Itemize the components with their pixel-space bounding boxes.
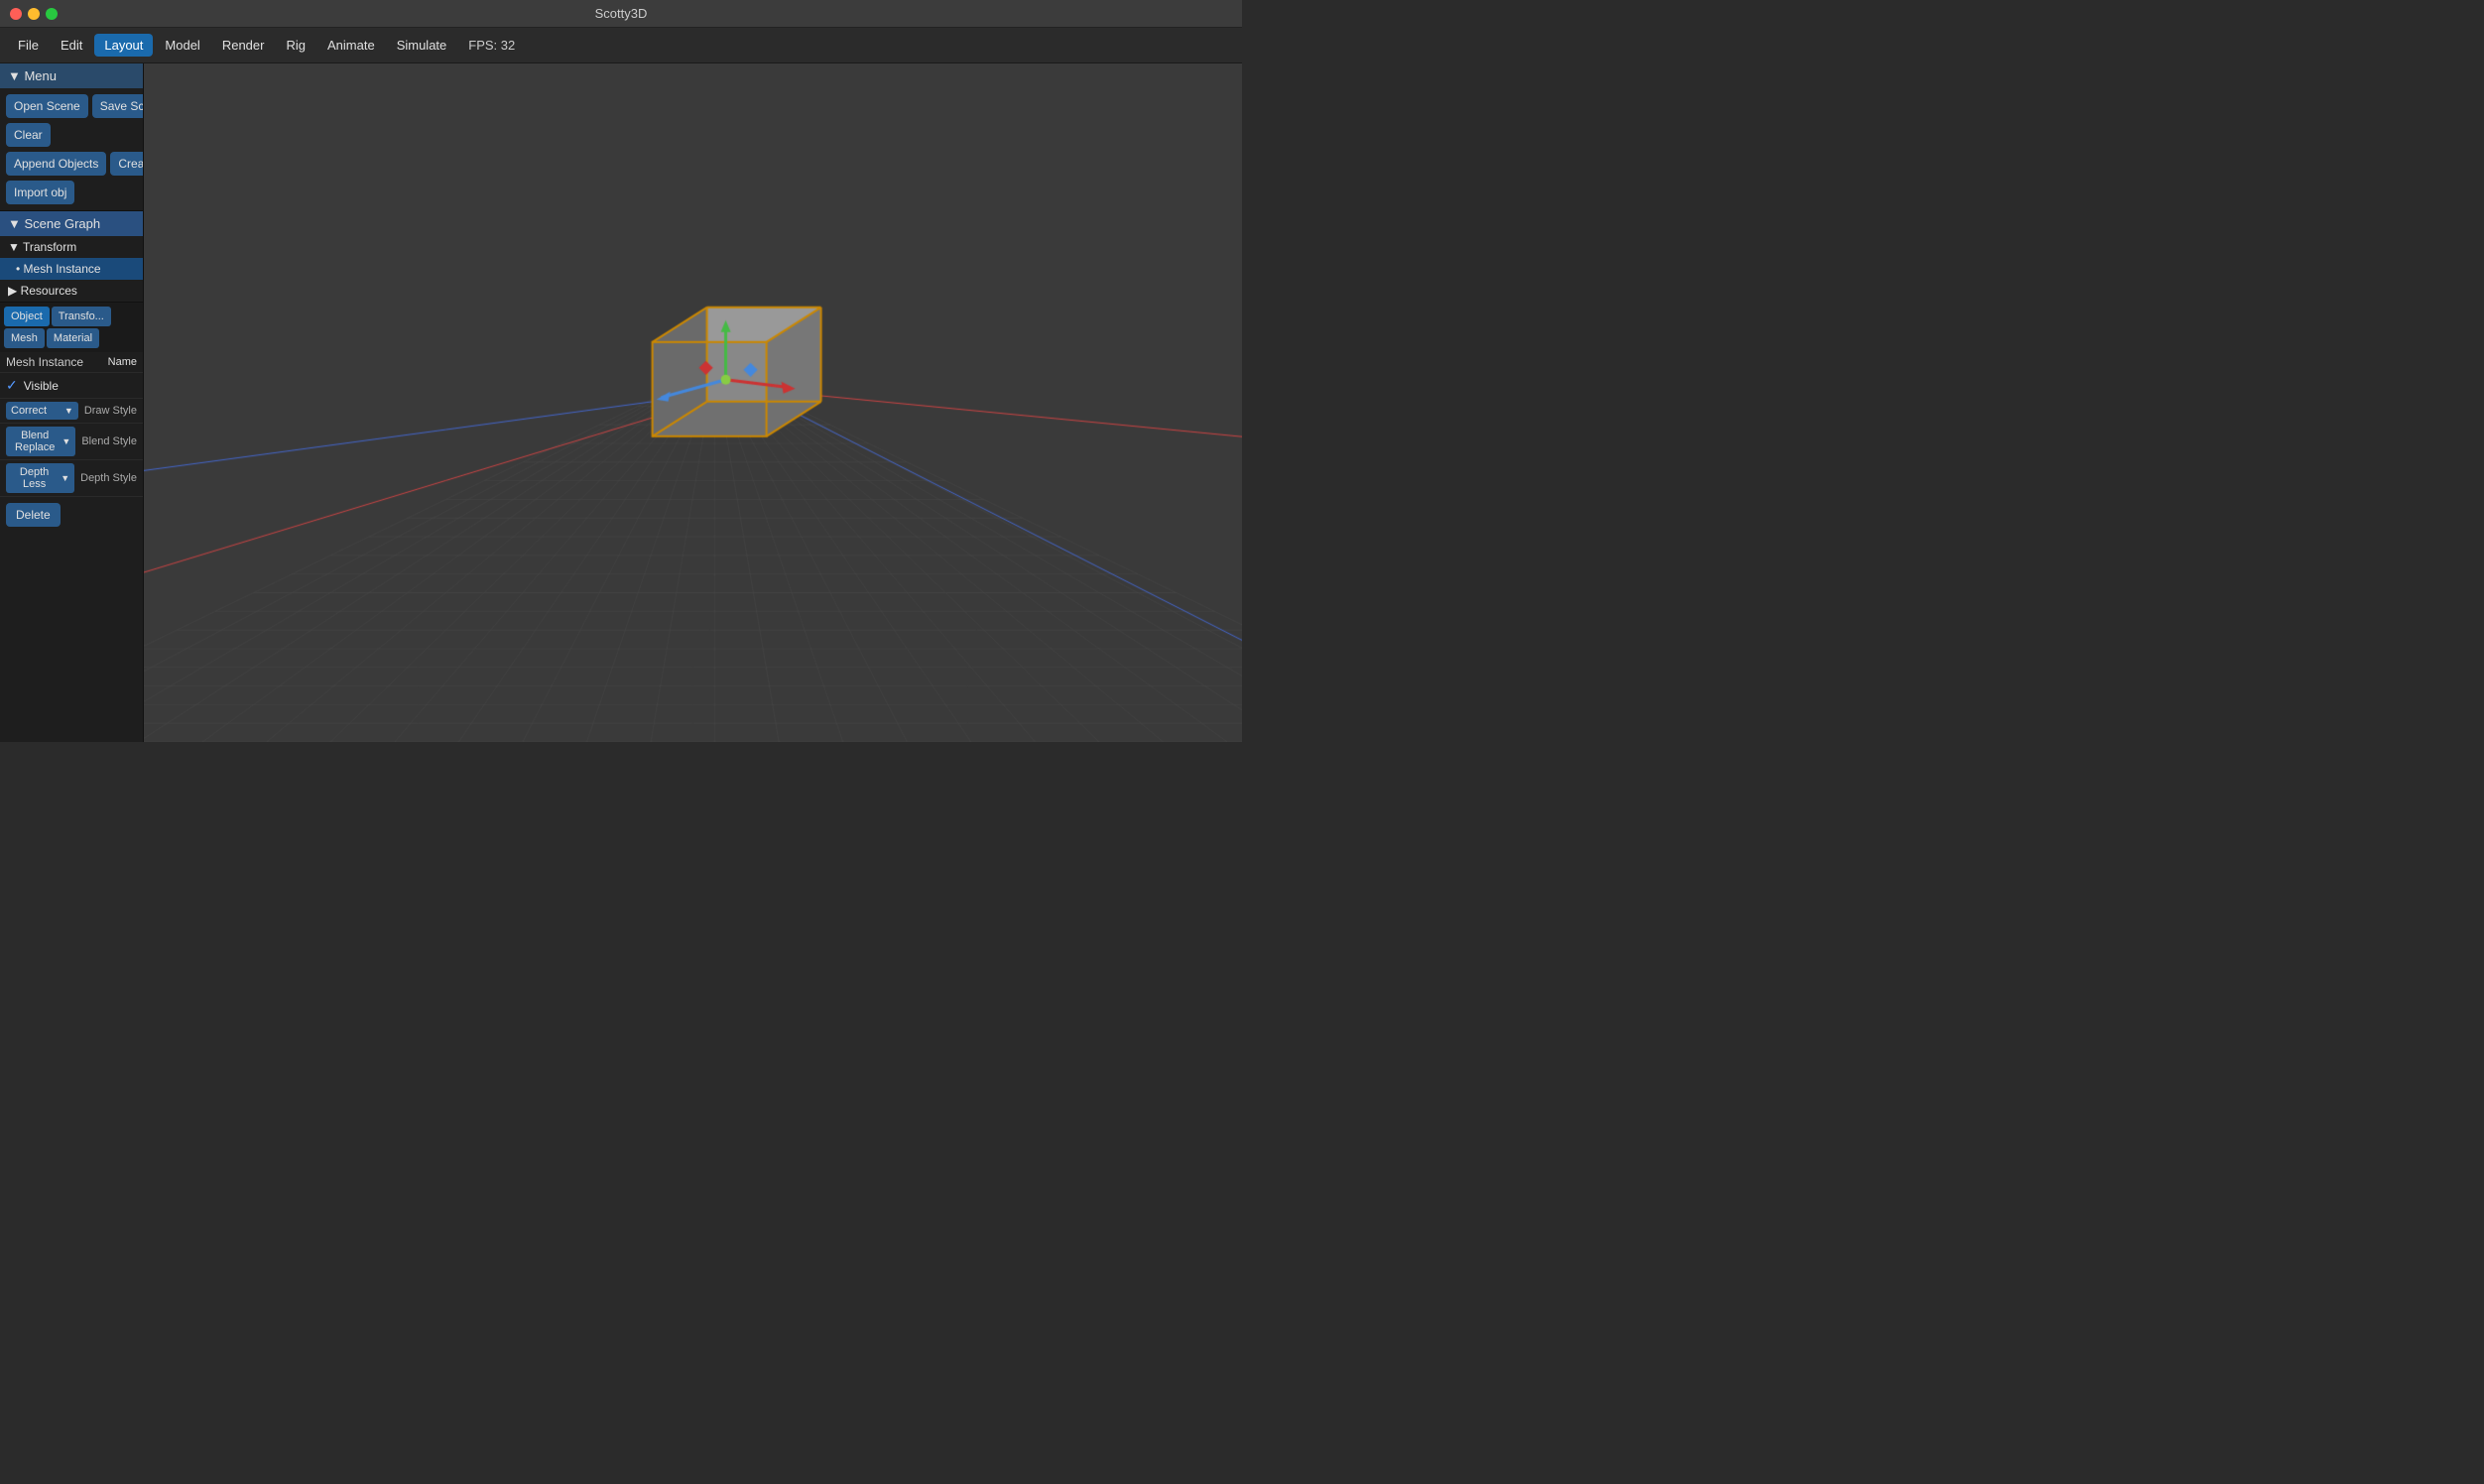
visible-label: Visible bbox=[24, 379, 59, 393]
tree-transform[interactable]: ▼ Transform bbox=[0, 236, 143, 258]
menu-file[interactable]: File bbox=[8, 34, 49, 57]
menu-animate[interactable]: Animate bbox=[317, 34, 385, 57]
maximize-button[interactable] bbox=[46, 8, 58, 20]
close-button[interactable] bbox=[10, 8, 22, 20]
property-tabs: Object Transfo... Mesh Material bbox=[0, 303, 143, 352]
sidebar: ▼ Menu Open Scene Save Scene As Clear Ap… bbox=[0, 63, 144, 742]
menu-rig[interactable]: Rig bbox=[276, 34, 315, 57]
scene-canvas[interactable] bbox=[144, 63, 1242, 742]
scene-tree: ▼ Transform • Mesh Instance ▶ Resources bbox=[0, 236, 143, 302]
tab-mesh[interactable]: Mesh bbox=[4, 328, 45, 348]
visible-checkmark: ✓ bbox=[6, 377, 18, 394]
tab-object[interactable]: Object bbox=[4, 307, 50, 326]
tab-transform[interactable]: Transfo... bbox=[52, 307, 111, 326]
append-objects-button[interactable]: Append Objects bbox=[6, 152, 106, 176]
menu-section-header[interactable]: ▼ Menu bbox=[0, 63, 143, 88]
draw-style-row: Correct ▼ Draw Style bbox=[0, 399, 143, 424]
import-row: Import obj bbox=[6, 181, 137, 204]
draw-style-label: Draw Style bbox=[84, 405, 137, 417]
depth-style-dropdown[interactable]: Depth Less ▼ bbox=[6, 463, 74, 493]
name-row: Mesh Instance Name bbox=[0, 352, 143, 373]
fps-display: FPS: 32 bbox=[468, 38, 515, 53]
depth-style-label: Depth Style bbox=[80, 472, 137, 484]
menu-edit[interactable]: Edit bbox=[51, 34, 92, 57]
name-value: Name bbox=[108, 356, 137, 368]
clear-button[interactable]: Clear bbox=[6, 123, 51, 147]
menu-model[interactable]: Model bbox=[155, 34, 209, 57]
append-create-row: Append Objects Create Object bbox=[6, 152, 137, 176]
main-layout: ▼ Menu Open Scene Save Scene As Clear Ap… bbox=[0, 63, 1242, 742]
tab-material[interactable]: Material bbox=[47, 328, 99, 348]
draw-style-arrow: ▼ bbox=[64, 406, 73, 416]
blend-style-row: Blend Replace ▼ Blend Style bbox=[0, 424, 143, 460]
traffic-lights bbox=[10, 8, 58, 20]
menubar: File Edit Layout Model Render Rig Animat… bbox=[0, 28, 1242, 63]
titlebar: Scotty3D bbox=[0, 0, 1242, 28]
delete-button[interactable]: Delete bbox=[6, 503, 61, 527]
menu-layout[interactable]: Layout bbox=[94, 34, 153, 57]
depth-style-arrow: ▼ bbox=[61, 473, 69, 483]
name-label: Mesh Instance bbox=[6, 355, 108, 369]
create-object-button[interactable]: Create Object bbox=[110, 152, 144, 176]
minimize-button[interactable] bbox=[28, 8, 40, 20]
tree-mesh-instance[interactable]: • Mesh Instance bbox=[0, 258, 143, 280]
tree-resources[interactable]: ▶ Resources bbox=[0, 280, 143, 302]
import-obj-button[interactable]: Import obj bbox=[6, 181, 74, 204]
scene-graph-header[interactable]: ▼ Scene Graph bbox=[0, 211, 143, 236]
viewport[interactable] bbox=[144, 63, 1242, 742]
visible-row: ✓ Visible bbox=[0, 373, 143, 399]
menu-render[interactable]: Render bbox=[212, 34, 275, 57]
blend-style-label: Blend Style bbox=[81, 435, 137, 447]
open-scene-button[interactable]: Open Scene bbox=[6, 94, 88, 118]
blend-style-arrow: ▼ bbox=[62, 436, 70, 446]
save-scene-button[interactable]: Save Scene As bbox=[92, 94, 144, 118]
open-save-row: Open Scene Save Scene As bbox=[6, 94, 137, 118]
clear-row: Clear bbox=[6, 123, 137, 147]
blend-style-dropdown[interactable]: Blend Replace ▼ bbox=[6, 427, 75, 456]
draw-style-dropdown[interactable]: Correct ▼ bbox=[6, 402, 78, 420]
depth-style-row: Depth Less ▼ Depth Style bbox=[0, 460, 143, 497]
delete-row: Delete bbox=[0, 497, 143, 533]
menu-buttons: Open Scene Save Scene As Clear Append Ob… bbox=[0, 88, 143, 210]
window-title: Scotty3D bbox=[595, 6, 648, 21]
menu-simulate[interactable]: Simulate bbox=[387, 34, 457, 57]
